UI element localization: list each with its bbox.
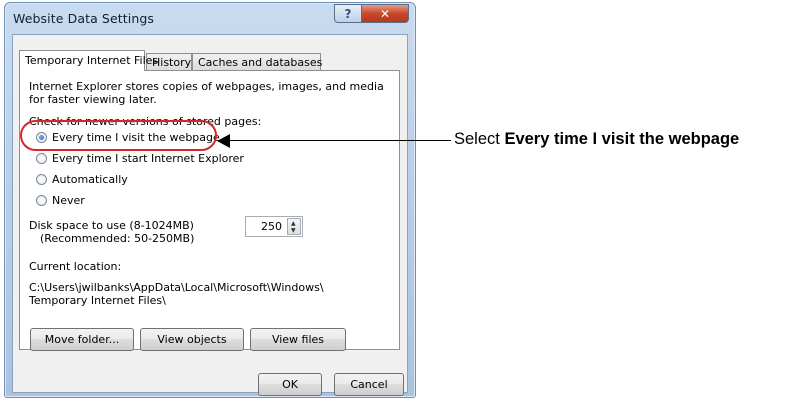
move-folder-button[interactable]: Move folder...: [30, 328, 134, 351]
spin-down-icon[interactable]: ▼: [291, 228, 296, 234]
radio-unchecked-icon: [36, 173, 47, 185]
dialog-title: Website Data Settings: [13, 11, 154, 26]
arrow-head-icon: [217, 134, 230, 148]
close-button[interactable]: ✕: [361, 4, 409, 23]
annotation-bold: Every time I visit the webpage: [504, 130, 740, 148]
radio-never[interactable]: Never: [36, 192, 85, 208]
view-files-button[interactable]: View files: [250, 328, 346, 351]
radio-every-start-label: Every time I start Internet Explorer: [52, 151, 244, 165]
radio-unchecked-icon: [36, 194, 47, 206]
tab-temporary-internet-files[interactable]: Temporary Internet Files: [19, 50, 158, 71]
current-location-path-line-1: C:\Users\jwilbanks\AppData\Local\Microso…: [29, 281, 324, 294]
help-button[interactable]: ?: [334, 4, 362, 23]
cancel-button[interactable]: Cancel: [334, 373, 404, 396]
annotation-callout: Select Every time I visit the webpage: [454, 130, 739, 149]
current-location-label: Current location:: [29, 260, 122, 273]
arrow-line: [228, 140, 451, 141]
radio-automatically-label: Automatically: [52, 172, 128, 186]
disk-space-spinner[interactable]: ▲ ▼: [287, 218, 301, 235]
radio-every-start[interactable]: Every time I start Internet Explorer: [36, 150, 244, 166]
disk-space-recommended: (Recommended: 50-250MB): [40, 232, 195, 245]
close-icon: ✕: [379, 6, 391, 21]
annotation-prefix: Select: [454, 130, 505, 148]
radio-automatically[interactable]: Automatically: [36, 171, 128, 187]
radio-never-label: Never: [52, 193, 85, 207]
description-line-2: for faster viewing later.: [29, 93, 157, 106]
tab-caches-and-databases[interactable]: Caches and databases: [192, 53, 322, 70]
radio-unchecked-icon: [36, 152, 47, 164]
current-location-path-line-2: Temporary Internet Files\: [29, 294, 166, 307]
highlight-ring: [20, 120, 217, 151]
title-bar[interactable]: Website Data Settings ? ✕: [5, 3, 415, 31]
description-line-1: Internet Explorer stores copies of webpa…: [29, 80, 384, 93]
website-data-settings-dialog: Website Data Settings ? ✕ Temporary Inte…: [4, 2, 416, 398]
dialog-client-area: Temporary Internet Files History Caches …: [12, 34, 408, 396]
view-objects-button[interactable]: View objects: [140, 328, 244, 351]
tab-panel-temporary-internet-files: Internet Explorer stores copies of webpa…: [19, 70, 400, 351]
help-icon: ?: [344, 6, 352, 21]
ok-button[interactable]: OK: [258, 373, 322, 396]
disk-space-label: Disk space to use (8-1024MB): [29, 219, 194, 232]
